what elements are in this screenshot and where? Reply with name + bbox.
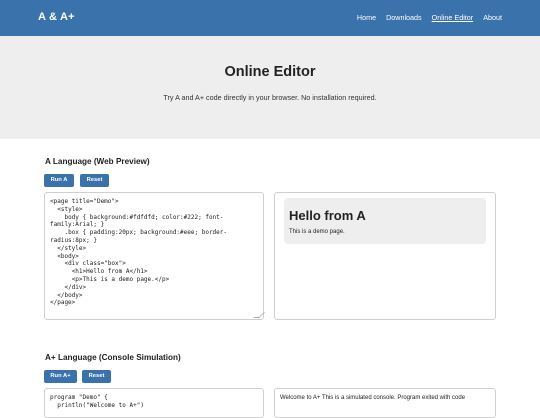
- preview-demo-box: Hello from A This is a demo page.: [284, 198, 486, 244]
- aplus-code-text[interactable]: program "Demo" { println("Welcome to A+"…: [45, 389, 263, 415]
- section-aplus-title: A+ Language (Console Simulation): [45, 353, 181, 362]
- run-a-button[interactable]: Run A: [44, 174, 74, 187]
- page-title: Online Editor: [224, 64, 316, 80]
- nav-home[interactable]: Home: [357, 13, 376, 22]
- page-subtitle: Try A and A+ code directly in your brows…: [163, 93, 377, 102]
- preview-heading: Hello from A: [289, 208, 366, 223]
- a-preview-pane: Hello from A This is a demo page.: [274, 192, 496, 320]
- aplus-console-pane: Welcome to A+ This is a simulated consol…: [274, 388, 496, 418]
- console-output: Welcome to A+ This is a simulated consol…: [280, 395, 466, 401]
- main-nav: Home Downloads Online Editor About: [357, 13, 502, 22]
- a-code-editor[interactable]: <page title="Demo"> <style> body { backg…: [44, 192, 265, 320]
- site-logo[interactable]: A & A+: [38, 11, 75, 23]
- nav-downloads[interactable]: Downloads: [386, 13, 422, 22]
- top-header: A & A+ Home Downloads Online Editor Abou…: [0, 0, 540, 36]
- hero-section: Online Editor Try A and A+ code directly…: [0, 36, 540, 139]
- resize-handle-icon[interactable]: [253, 312, 265, 318]
- nav-about[interactable]: About: [483, 13, 502, 22]
- section-a-title: A Language (Web Preview): [45, 157, 150, 166]
- run-aplus-button[interactable]: Run A+: [44, 370, 77, 383]
- reset-aplus-button[interactable]: Reset: [82, 370, 111, 383]
- aplus-code-editor[interactable]: program "Demo" { println("Welcome to A+"…: [44, 388, 264, 418]
- nav-online-editor[interactable]: Online Editor: [432, 13, 474, 22]
- preview-paragraph: This is a demo page.: [289, 229, 345, 235]
- a-code-text[interactable]: <page title="Demo"> <style> body { backg…: [45, 193, 263, 312]
- reset-a-button[interactable]: Reset: [80, 174, 109, 187]
